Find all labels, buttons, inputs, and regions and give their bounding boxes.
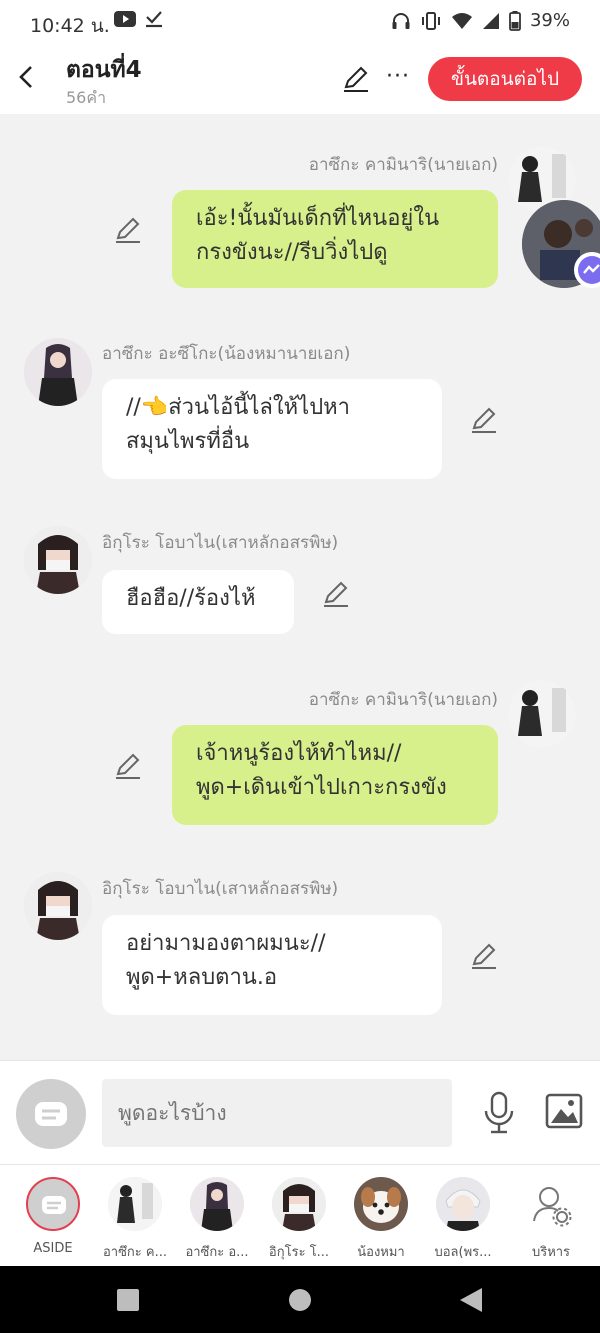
status-bar: 10:42 น. 39% [0, 0, 600, 44]
avatar[interactable] [24, 526, 92, 594]
sender-name: อิกุโระ โอบาไน(เสาหลักอสรพิษ) [102, 879, 339, 899]
chat-bubble-icon [35, 1102, 67, 1126]
next-step-button[interactable]: ขั้นตอนต่อไป [428, 57, 582, 101]
vibrate-icon [421, 11, 440, 30]
character-label: ASIDE [33, 1241, 73, 1256]
message-bubble[interactable]: //👈ส่วนไอ้นี้ไล่ให้ไปหา สมุนไพรที่อื่น [102, 379, 442, 479]
app-header: ตอนที่4 56คำ ··· ขั้นตอนต่อไป [0, 44, 600, 114]
avatar[interactable] [24, 872, 92, 940]
more-options-button[interactable]: ··· [386, 64, 410, 89]
message-bubble[interactable]: เจ้าหนูร้องไห้ทำไหม// พูด+เดินเข้าไปเกาะ… [172, 725, 498, 825]
avatar [190, 1177, 244, 1231]
character-label: อาซึกะ ค... [102, 1245, 167, 1260]
character-label: น้องหมา [357, 1245, 405, 1260]
status-time: 10:42 น. [30, 15, 110, 37]
message-bubble[interactable]: ฮือฮือ//ร้องไห้ [102, 570, 294, 634]
edit-pen-icon[interactable] [322, 580, 350, 608]
back-arrow-icon[interactable] [14, 62, 38, 92]
sender-name: อาซึกะ อะซึโกะ(น้องหมานายเอก) [102, 344, 351, 364]
aside-button[interactable] [16, 1079, 86, 1149]
wifi-icon [451, 12, 472, 29]
manage-icon [524, 1177, 578, 1231]
avatar [272, 1177, 326, 1231]
word-count: 56คำ [66, 88, 107, 107]
message-input[interactable] [102, 1079, 452, 1147]
battery-percent: 39% [529, 10, 570, 31]
page-title: ตอนที่4 [66, 57, 142, 83]
avatar[interactable] [508, 680, 576, 748]
sender-name: อาซึกะ คามินาริ(นายเอก) [308, 690, 498, 710]
avatar [354, 1177, 408, 1231]
chat-area: อาซึกะ คามินาริ(นายเอก) เอ้ะ!นั้นมันเด็ก… [0, 114, 600, 1060]
message-bubble[interactable]: เอ้ะ!นั้นมันเด็กที่ไหนอยู่ใน กรงขังนะ//ร… [172, 190, 498, 288]
messenger-icon[interactable] [574, 252, 600, 288]
edit-pen-icon[interactable] [470, 942, 498, 970]
aside-avatar [26, 1177, 80, 1231]
sender-name: อิกุโระ โอบาไน(เสาหลักอสรพิษ) [102, 533, 339, 553]
character-bar: ASIDE อาซึกะ ค... อาซึกะ อ... อิกุโระ โ.… [0, 1164, 600, 1266]
character-item[interactable]: อาซึกะ ค... [94, 1177, 176, 1262]
character-aside[interactable]: ASIDE [12, 1177, 94, 1256]
edit-pen-icon[interactable] [470, 406, 498, 434]
image-icon[interactable] [545, 1093, 583, 1129]
sender-name: อาซึกะ คามินาริ(นายเอก) [308, 155, 498, 175]
character-label: อิกุโระ โ... [268, 1245, 330, 1260]
character-item[interactable]: อิกุโระ โ... [258, 1177, 340, 1262]
character-label: บริหาร [531, 1245, 571, 1260]
character-item[interactable]: น้องหมา [340, 1177, 422, 1262]
character-manage[interactable]: บริหาร [510, 1177, 592, 1262]
edit-pen-icon[interactable] [114, 216, 142, 244]
headphones-icon [392, 12, 410, 29]
edit-pen-icon[interactable] [342, 65, 370, 93]
message-bubble[interactable]: อย่ามามองตาผมนะ// พูด+หลบตาน.อ [102, 915, 442, 1015]
system-nav-bar [0, 1266, 600, 1333]
avatar [436, 1177, 490, 1231]
recents-button[interactable] [117, 1289, 139, 1311]
signal-icon [482, 12, 499, 29]
avatar[interactable] [24, 338, 92, 406]
back-button[interactable] [460, 1288, 482, 1312]
character-label: บอล(พร... [434, 1245, 492, 1260]
microphone-icon[interactable] [482, 1091, 516, 1135]
home-button[interactable] [289, 1289, 311, 1311]
character-item[interactable]: อาซึกะ อ... [176, 1177, 258, 1262]
youtube-icon [114, 11, 136, 27]
avatar [108, 1177, 162, 1231]
download-done-icon [146, 11, 162, 28]
chat-bubble-icon [42, 1196, 66, 1214]
character-item[interactable]: บอล(พร... [422, 1177, 504, 1262]
character-label: อาซึกะ อ... [185, 1245, 249, 1260]
edit-pen-icon[interactable] [114, 752, 142, 780]
battery-icon [509, 10, 521, 31]
input-bar [0, 1060, 600, 1164]
